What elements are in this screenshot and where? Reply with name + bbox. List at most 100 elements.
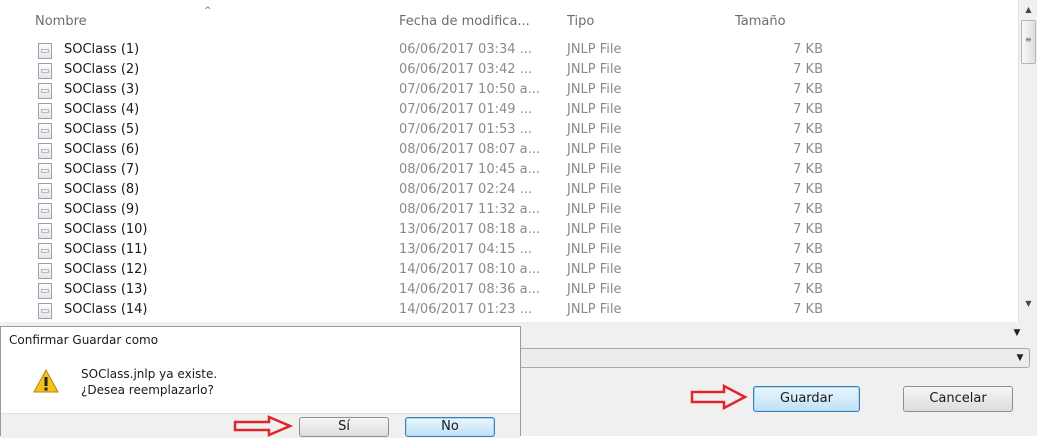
file-date: 13/06/2017 04:15 ... <box>399 242 533 257</box>
file-row[interactable]: SOClass (8) 08/06/2017 02:24 ... JNLP File… <box>0 181 1018 201</box>
file-type: JNLP File <box>567 262 622 277</box>
file-row[interactable]: SOClass (13) 14/06/2017 08:36 a... JNLP Fi… <box>0 281 1018 301</box>
scroll-thumb[interactable]: ≡ <box>1021 20 1036 64</box>
file-size: 7 KB <box>793 282 823 297</box>
scroll-grip-icon: ≡ <box>1025 35 1032 44</box>
file-row[interactable]: SOClass (10) 13/06/2017 08:18 a... JNLP Fi… <box>0 221 1018 241</box>
file-size: 7 KB <box>793 242 823 257</box>
file-list: Nombre Fecha de modifica... Tipo Tamaño … <box>0 0 1018 322</box>
file-size: 7 KB <box>793 142 823 157</box>
annotation-arrow-icon <box>690 384 748 410</box>
file-size: 7 KB <box>793 62 823 77</box>
yes-button[interactable]: Sí <box>299 417 389 437</box>
jnlp-file-icon <box>38 243 52 259</box>
save-button[interactable]: Guardar <box>753 386 860 412</box>
file-name: SOClass (8) <box>64 182 140 197</box>
file-row[interactable]: SOClass (6) 08/06/2017 08:07 a... JNLP Fil… <box>0 141 1018 161</box>
file-type: JNLP File <box>567 82 622 97</box>
file-row[interactable]: SOClass (12) 14/06/2017 08:10 a... JNLP Fi… <box>0 261 1018 281</box>
jnlp-file-icon <box>38 103 52 119</box>
file-date: 14/06/2017 01:23 ... <box>399 302 533 317</box>
jnlp-file-icon <box>38 183 52 199</box>
jnlp-file-icon <box>38 303 52 319</box>
file-size: 7 KB <box>793 202 823 217</box>
file-name: SOClass (3) <box>64 82 140 97</box>
file-date: 07/06/2017 01:49 ... <box>399 102 533 117</box>
file-name: SOClass (2) <box>64 62 140 77</box>
file-name: SOClass (14) <box>64 302 148 317</box>
jnlp-file-icon <box>38 123 52 139</box>
file-date: 14/06/2017 08:36 a... <box>399 282 541 297</box>
column-header-name[interactable]: Nombre <box>35 14 87 29</box>
jnlp-file-icon <box>38 43 52 59</box>
file-date: 08/06/2017 08:07 a... <box>399 142 541 157</box>
file-type: JNLP File <box>567 182 622 197</box>
dialog-title: Confirmar Guardar como <box>1 327 520 353</box>
file-type: JNLP File <box>567 222 622 237</box>
file-size: 7 KB <box>793 162 823 177</box>
file-size: 7 KB <box>793 102 823 117</box>
file-name: SOClass (5) <box>64 122 140 137</box>
file-row[interactable]: SOClass (4) 07/06/2017 01:49 ... JNLP File… <box>0 101 1018 121</box>
file-date: 06/06/2017 03:42 ... <box>399 62 533 77</box>
file-type: JNLP File <box>567 102 622 117</box>
file-type: JNLP File <box>567 142 622 157</box>
warning-icon <box>33 369 59 393</box>
file-name: SOClass (7) <box>64 162 140 177</box>
file-date: 07/06/2017 10:50 a... <box>399 82 541 97</box>
column-header-type[interactable]: Tipo <box>567 14 594 29</box>
file-name: SOClass (9) <box>64 202 140 217</box>
file-row[interactable]: SOClass (3) 07/06/2017 10:50 a... JNLP Fil… <box>0 81 1018 101</box>
jnlp-file-icon <box>38 63 52 79</box>
file-name: SOClass (10) <box>64 222 148 237</box>
file-type: JNLP File <box>567 282 622 297</box>
file-date: 13/06/2017 08:18 a... <box>399 222 541 237</box>
file-size: 7 KB <box>793 82 823 97</box>
jnlp-file-icon <box>38 203 52 219</box>
file-type: JNLP File <box>567 242 622 257</box>
file-row[interactable]: SOClass (11) 13/06/2017 04:15 ... JNLP Fil… <box>0 241 1018 261</box>
file-size: 7 KB <box>793 42 823 57</box>
file-type: JNLP File <box>567 62 622 77</box>
file-date: 14/06/2017 08:10 a... <box>399 262 541 277</box>
file-name: SOClass (13) <box>64 282 148 297</box>
scroll-up-icon[interactable]: ▲ <box>1019 2 1037 18</box>
annotation-arrow-icon <box>233 415 293 437</box>
chevron-down-icon[interactable]: ▼ <box>1008 324 1026 342</box>
file-size: 7 KB <box>793 122 823 137</box>
jnlp-file-icon <box>38 83 52 99</box>
cancel-button[interactable]: Cancelar <box>903 386 1013 412</box>
file-type: JNLP File <box>567 42 622 57</box>
file-size: 7 KB <box>793 222 823 237</box>
jnlp-file-icon <box>38 263 52 279</box>
file-size: 7 KB <box>793 302 823 317</box>
vertical-scrollbar[interactable]: ▲ ≡ ▼ <box>1018 0 1037 322</box>
file-name: SOClass (4) <box>64 102 140 117</box>
file-row[interactable]: SOClass (1) 06/06/2017 03:34 ... JNLP File… <box>0 41 1018 61</box>
dialog-message-line1: SOClass.jnlp ya existe. <box>81 367 218 381</box>
no-button[interactable]: No <box>405 417 495 437</box>
file-date: 06/06/2017 03:34 ... <box>399 42 533 57</box>
file-row[interactable]: SOClass (5) 07/06/2017 01:53 ... JNLP File… <box>0 121 1018 141</box>
file-row[interactable]: SOClass (14) 14/06/2017 01:23 ... JNLP Fil… <box>0 301 1018 321</box>
file-row[interactable]: SOClass (2) 06/06/2017 03:42 ... JNLP File… <box>0 61 1018 81</box>
file-type: JNLP File <box>567 122 622 137</box>
file-name: SOClass (6) <box>64 142 140 157</box>
sort-indicator-icon: ^ <box>204 6 212 16</box>
column-header-size[interactable]: Tamaño <box>735 14 786 29</box>
jnlp-file-icon <box>38 163 52 179</box>
file-date: 08/06/2017 02:24 ... <box>399 182 533 197</box>
file-name: SOClass (1) <box>64 42 140 57</box>
chevron-down-icon[interactable]: ▼ <box>1011 349 1029 367</box>
file-date: 08/06/2017 11:32 a... <box>399 202 541 217</box>
file-date: 08/06/2017 10:45 a... <box>399 162 541 177</box>
column-header-date[interactable]: Fecha de modifica... <box>399 14 530 29</box>
jnlp-file-icon <box>38 143 52 159</box>
file-row[interactable]: SOClass (7) 08/06/2017 10:45 a... JNLP Fil… <box>0 161 1018 181</box>
scroll-down-icon[interactable]: ▼ <box>1019 296 1037 312</box>
file-row[interactable]: SOClass (9) 08/06/2017 11:32 a... JNLP Fil… <box>0 201 1018 221</box>
file-size: 7 KB <box>793 262 823 277</box>
confirm-save-as-dialog: Confirmar Guardar como SOClass.jnlp ya e… <box>0 326 521 438</box>
file-name: SOClass (11) <box>64 242 148 257</box>
file-size: 7 KB <box>793 182 823 197</box>
